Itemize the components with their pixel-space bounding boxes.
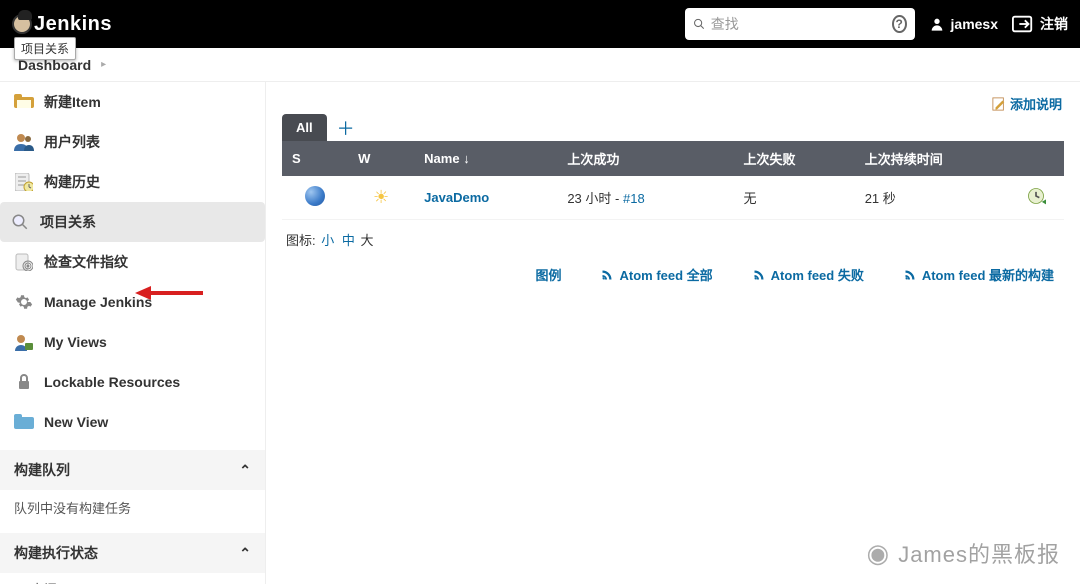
- jenkins-logo[interactable]: Jenkins 项目关系: [12, 13, 112, 36]
- add-description-link[interactable]: 添加说明: [992, 94, 1062, 113]
- sidebar: 新建Item 用户列表 构建历史 项目关系 检查文件指纹: [0, 82, 266, 584]
- search-box[interactable]: ?: [685, 8, 915, 40]
- last-duration: 21 秒: [855, 176, 1009, 220]
- job-name-link[interactable]: JavaDemo: [424, 190, 489, 205]
- rss-icon: [904, 269, 916, 281]
- weather-sunny-icon[interactable]: ☀: [373, 187, 389, 207]
- atom-feed-all[interactable]: Atom feed 全部: [601, 265, 712, 284]
- last-success-build-link[interactable]: #18: [623, 191, 645, 206]
- search-icon: [693, 16, 705, 32]
- help-icon[interactable]: ?: [892, 15, 907, 33]
- watermark-text: James的黑板报: [898, 537, 1060, 569]
- col-last-success[interactable]: 上次成功: [557, 141, 733, 176]
- icon-size-small[interactable]: 小: [321, 233, 334, 248]
- people-icon: [14, 132, 34, 152]
- executor-row: 1 空闲: [0, 573, 265, 584]
- jenkins-logo-icon: [12, 14, 32, 34]
- sidebar-item-new-view[interactable]: New View: [0, 402, 265, 442]
- magnifier-icon: [10, 212, 30, 232]
- watermark: ◉ James的黑板报: [867, 537, 1061, 569]
- logout-icon: [1012, 15, 1034, 33]
- build-queue-title: 构建队列: [14, 460, 70, 480]
- last-failure: 无: [734, 176, 855, 220]
- add-tab-button[interactable]: ＋: [337, 115, 355, 141]
- atom-feed-failed[interactable]: Atom feed 失败: [753, 265, 864, 284]
- rss-icon: [601, 269, 613, 281]
- my-views-icon: [14, 332, 34, 352]
- atom-feed-latest[interactable]: Atom feed 最新的构建: [904, 265, 1054, 284]
- sidebar-item-label: 检查文件指纹: [44, 252, 128, 272]
- chevron-up-icon: ⌃: [239, 462, 251, 479]
- build-queue-header[interactable]: 构建队列 ⌃: [0, 450, 265, 490]
- last-success-time: 23 小时: [567, 191, 611, 206]
- executor-header[interactable]: 构建执行状态 ⌃: [0, 533, 265, 573]
- sidebar-item-label: 构建历史: [44, 172, 100, 192]
- user-name: jamesx: [951, 16, 998, 32]
- sidebar-item-build-history[interactable]: 构建历史: [0, 162, 265, 202]
- status-ball-icon[interactable]: [305, 186, 325, 206]
- chevron-right-icon: ▸: [101, 59, 106, 70]
- sidebar-item-label: Manage Jenkins: [44, 294, 152, 310]
- schedule-build-icon[interactable]: [1026, 186, 1046, 206]
- person-icon: [929, 16, 945, 32]
- top-header: Jenkins 项目关系 ? jamesx 注销: [0, 0, 1080, 48]
- sidebar-item-label: 项目关系: [40, 212, 96, 232]
- sidebar-item-label: New View: [44, 414, 108, 430]
- executor-title: 构建执行状态: [14, 543, 98, 563]
- build-queue-empty: 队列中没有构建任务: [0, 490, 265, 525]
- jobs-table: S W Name ↓ 上次成功 上次失败 上次持续时间 ☀ JavaDemo 2…: [282, 141, 1064, 220]
- gear-icon: [14, 292, 34, 312]
- view-tabs: All ＋: [282, 114, 1064, 141]
- sidebar-item-label: Lockable Resources: [44, 374, 180, 390]
- icon-size-label: 图标:: [286, 233, 316, 248]
- sidebar-item-people[interactable]: 用户列表: [0, 122, 265, 162]
- app-name: Jenkins: [34, 13, 112, 36]
- sidebar-item-fingerprint[interactable]: 检查文件指纹: [0, 242, 265, 282]
- sort-arrow-icon: ↓: [463, 151, 470, 166]
- logout-label: 注销: [1040, 14, 1068, 34]
- sidebar-item-project-relationship[interactable]: 项目关系: [0, 202, 265, 242]
- content-area: 添加说明 All ＋ S W Name ↓ 上次成功 上次失败 上次持续时间: [266, 82, 1080, 584]
- search-input[interactable]: [711, 16, 892, 32]
- user-link[interactable]: jamesx: [929, 16, 998, 32]
- sidebar-item-label: 新建Item: [44, 92, 101, 112]
- sidebar-item-new-item[interactable]: 新建Item: [0, 82, 265, 122]
- logout-link[interactable]: 注销: [1012, 14, 1068, 34]
- sidebar-item-label: My Views: [44, 334, 107, 350]
- sidebar-item-label: 用户列表: [44, 132, 100, 152]
- lock-icon: [14, 372, 34, 392]
- legend-link[interactable]: 图例: [535, 265, 561, 284]
- chevron-up-icon: ⌃: [239, 545, 251, 562]
- col-name[interactable]: Name ↓: [414, 141, 557, 176]
- sidebar-item-manage-jenkins[interactable]: Manage Jenkins: [0, 282, 265, 322]
- wechat-icon: ◉: [867, 538, 891, 569]
- icon-size-medium[interactable]: 中: [342, 233, 355, 248]
- col-last-duration[interactable]: 上次持续时间: [855, 141, 1009, 176]
- col-weather[interactable]: W: [348, 141, 414, 176]
- col-actions: [1009, 141, 1064, 176]
- history-icon: [14, 172, 34, 192]
- sidebar-item-lockable-resources[interactable]: Lockable Resources: [0, 362, 265, 402]
- table-row: ☀ JavaDemo 23 小时 - #18 无 21 秒: [282, 176, 1064, 220]
- edit-icon: [992, 97, 1006, 111]
- new-item-icon: [14, 92, 34, 112]
- icon-size-large[interactable]: 大: [361, 233, 374, 248]
- tab-all[interactable]: All: [282, 114, 327, 141]
- fingerprint-icon: [14, 252, 34, 272]
- rss-icon: [753, 269, 765, 281]
- executor-panel: 构建执行状态 ⌃ 1 空闲 2 空闲: [0, 533, 265, 584]
- icon-size-row: 图标: 小 中 大: [282, 220, 1064, 259]
- build-queue-panel: 构建队列 ⌃ 队列中没有构建任务: [0, 450, 265, 525]
- col-status[interactable]: S: [282, 141, 348, 176]
- feed-row: 图例 Atom feed 全部 Atom feed 失败 Atom feed 最…: [282, 259, 1064, 290]
- sidebar-item-my-views[interactable]: My Views: [0, 322, 265, 362]
- breadcrumb: Dashboard ▸: [0, 48, 1080, 82]
- col-last-failure[interactable]: 上次失败: [734, 141, 855, 176]
- add-description-label: 添加说明: [1010, 94, 1062, 113]
- main-layout: 新建Item 用户列表 构建历史 项目关系 检查文件指纹: [0, 82, 1080, 584]
- folder-plus-icon: [14, 412, 34, 432]
- logo-tooltip: 项目关系: [14, 37, 76, 60]
